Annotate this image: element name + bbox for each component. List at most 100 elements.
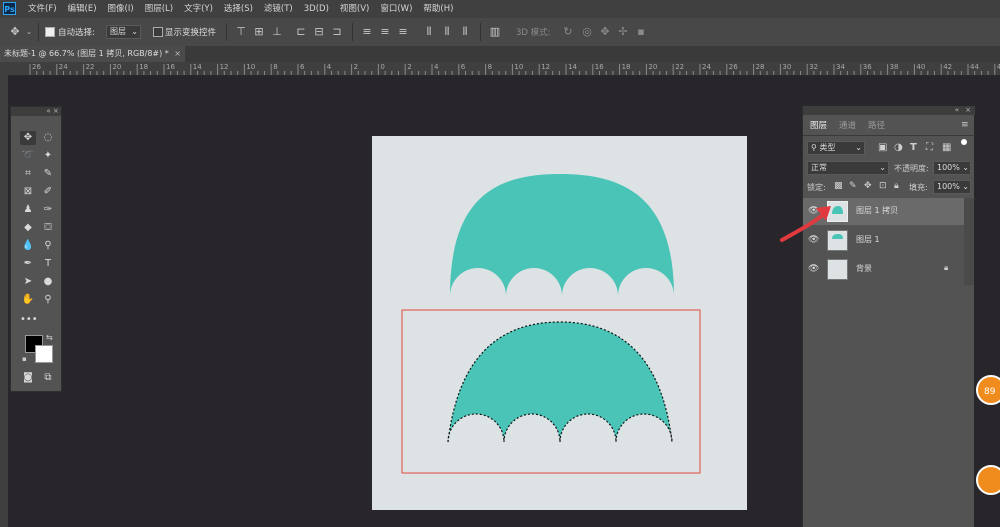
3d-slide-icon[interactable]: ✢ bbox=[616, 25, 630, 39]
filter-adjust-icon[interactable]: ◑ bbox=[894, 142, 903, 153]
menu-help[interactable]: 帮助(H) bbox=[423, 0, 453, 18]
layers-scrollbar[interactable] bbox=[964, 198, 974, 285]
3d-scale-icon[interactable]: ▪ bbox=[634, 25, 648, 39]
align-hcenter-icon[interactable]: ⊟ bbox=[312, 25, 326, 39]
filter-type-icon[interactable]: T bbox=[910, 142, 917, 153]
distribute-top-icon[interactable]: ≡ bbox=[360, 25, 374, 39]
menu-window[interactable]: 窗口(W) bbox=[380, 0, 412, 18]
blend-mode-dropdown[interactable]: 正常 ⌄ bbox=[807, 161, 889, 175]
distribute-vcenter-icon[interactable]: ≡ bbox=[378, 25, 392, 39]
menu-edit[interactable]: 编辑(E) bbox=[68, 0, 97, 18]
menu-filter[interactable]: 滤镜(T) bbox=[264, 0, 293, 18]
type-icon[interactable]: T bbox=[40, 257, 56, 271]
history-brush-icon[interactable]: ✑ bbox=[40, 203, 56, 217]
filter-toggle-icon[interactable] bbox=[961, 139, 967, 145]
layer-name[interactable]: 图层 1 拷贝 bbox=[856, 205, 898, 216]
distribute-hcenter-icon[interactable]: ⦀ bbox=[440, 25, 454, 39]
align-right-icon[interactable]: ⊐ bbox=[330, 25, 344, 39]
align-bottom-icon[interactable]: ⊥ bbox=[270, 25, 284, 39]
crop-icon[interactable]: ⌗ bbox=[20, 167, 36, 181]
chevron-down-icon[interactable]: ⌄ bbox=[22, 25, 36, 39]
layer-name[interactable]: 背景 bbox=[856, 263, 872, 274]
lock-transparent-icon[interactable]: ▩ bbox=[834, 181, 843, 191]
move-tool-icon[interactable]: ✥ bbox=[8, 25, 22, 39]
lock-artboard-icon[interactable]: ⊡ bbox=[879, 181, 887, 191]
lock-position-icon[interactable]: ✥ bbox=[864, 181, 872, 191]
photoshop-logo-icon[interactable]: Ps bbox=[3, 2, 16, 15]
blur-icon[interactable]: 💧 bbox=[20, 239, 36, 253]
document-tab[interactable]: 未标题-1 @ 66.7% (图层 1 拷贝, RGB/8#) * × bbox=[0, 46, 185, 62]
eraser-icon[interactable]: ◆ bbox=[20, 221, 36, 235]
close-icon[interactable]: × bbox=[965, 106, 971, 115]
brush-icon[interactable]: ✐ bbox=[40, 185, 56, 199]
more-icon[interactable]: ••• bbox=[20, 313, 38, 327]
filter-smart-icon[interactable]: ▦ bbox=[942, 142, 951, 153]
menu-type[interactable]: 文字(Y) bbox=[184, 0, 213, 18]
paint-bucket-icon[interactable]: ⛋ bbox=[40, 221, 56, 235]
layer-row[interactable]: 👁︎ 背景 🔒︎ bbox=[803, 256, 964, 283]
screen-mode-icon[interactable]: ⧉ bbox=[40, 371, 56, 385]
lasso-icon[interactable]: ➰ bbox=[20, 149, 36, 163]
align-vcenter-icon[interactable]: ⊞ bbox=[252, 25, 266, 39]
3d-pan-icon[interactable]: ✥ bbox=[598, 25, 612, 39]
close-icon[interactable]: × bbox=[53, 107, 59, 115]
frame-icon[interactable]: ⊠ bbox=[20, 185, 36, 199]
show-transform-checkbox[interactable] bbox=[153, 27, 163, 37]
fill-input[interactable]: 100% ⌄ bbox=[933, 180, 971, 194]
default-colors-icon[interactable]: ▪ bbox=[22, 355, 27, 363]
tools-panel-header[interactable]: « × bbox=[11, 107, 61, 116]
opacity-input[interactable]: 100% ⌄ bbox=[933, 161, 971, 175]
panel-menu-icon[interactable]: ≡ bbox=[961, 120, 969, 130]
zoom-icon[interactable]: ⚲ bbox=[40, 293, 56, 307]
ellipse-icon[interactable]: ● bbox=[40, 275, 56, 289]
marquee-ellipse-icon[interactable]: ◌ bbox=[40, 131, 56, 145]
pen-icon[interactable]: ✒ bbox=[20, 257, 36, 271]
align-top-icon[interactable]: ⊤ bbox=[234, 25, 248, 39]
3d-roll-icon[interactable]: ◎ bbox=[580, 25, 594, 39]
swap-colors-icon[interactable]: ⇆ bbox=[46, 333, 53, 342]
layers-panel-header[interactable]: × « bbox=[803, 106, 975, 115]
distribute-bottom-icon[interactable]: ≡ bbox=[396, 25, 410, 39]
auto-select-dropdown[interactable]: 图层 ⌄ bbox=[106, 25, 141, 39]
3d-orbit-icon[interactable]: ↻ bbox=[561, 25, 575, 39]
tab-paths[interactable]: 路径 bbox=[868, 119, 885, 133]
distribute-right-icon[interactable]: ⦀ bbox=[458, 25, 472, 39]
panel-collapse-icon[interactable]: « bbox=[955, 106, 959, 115]
eye-icon[interactable]: 👁︎ bbox=[808, 264, 819, 274]
menu-layer[interactable]: 图层(L) bbox=[145, 0, 173, 18]
floating-badge-secondary[interactable] bbox=[976, 465, 1000, 495]
path-select-icon[interactable]: ➤ bbox=[20, 275, 36, 289]
lock-all-icon[interactable]: 🔒︎ bbox=[894, 181, 899, 191]
align-left-icon[interactable]: ⊏ bbox=[294, 25, 308, 39]
background-color-swatch[interactable] bbox=[35, 345, 53, 363]
hand-icon[interactable]: ✋ bbox=[20, 293, 36, 307]
menu-3d[interactable]: 3D(D) bbox=[304, 0, 329, 18]
stamp-icon[interactable]: ♟ bbox=[20, 203, 36, 217]
vertical-ruler[interactable] bbox=[0, 75, 8, 527]
menu-file[interactable]: 文件(F) bbox=[28, 0, 57, 18]
menu-view[interactable]: 视图(V) bbox=[340, 0, 369, 18]
menu-select[interactable]: 选择(S) bbox=[224, 0, 253, 18]
auto-align-icon[interactable]: ▥ bbox=[488, 25, 502, 39]
auto-select-checkbox[interactable] bbox=[45, 27, 55, 37]
tab-channels[interactable]: 通道 bbox=[839, 119, 856, 133]
tab-layers[interactable]: 图层 bbox=[810, 119, 827, 133]
horizontal-ruler[interactable]: 26 24 22 20 18 16 14 12 10 8 6 4 2 0 2 4 6 8 10 12 14 16 18 20 2… bbox=[0, 62, 1000, 76]
distribute-left-icon[interactable]: ⦀ bbox=[422, 25, 436, 39]
layer-thumbnail bbox=[827, 259, 848, 280]
lock-paint-icon[interactable]: ✎ bbox=[849, 181, 857, 191]
eyedropper-icon[interactable]: ✎ bbox=[40, 167, 56, 181]
filter-shape-icon[interactable]: ⛶ bbox=[926, 142, 933, 153]
layer-name[interactable]: 图层 1 bbox=[856, 234, 880, 245]
quick-mask-icon[interactable]: ◙ bbox=[20, 371, 36, 385]
close-icon[interactable]: × bbox=[174, 46, 181, 62]
filter-pixel-icon[interactable]: ▣ bbox=[878, 142, 887, 153]
dodge-icon[interactable]: ⚲ bbox=[40, 239, 56, 253]
move-icon[interactable]: ✥ bbox=[20, 131, 36, 145]
layer-filter-dropdown[interactable]: ⚲ 类型 ⌄ bbox=[807, 141, 865, 155]
floating-badge[interactable]: 89 bbox=[976, 375, 1000, 405]
menu-image[interactable]: 图像(I) bbox=[108, 0, 134, 18]
magic-wand-icon[interactable]: ✦ bbox=[40, 149, 56, 163]
panel-collapse-icon[interactable]: « bbox=[46, 107, 50, 115]
document-canvas[interactable] bbox=[372, 136, 747, 510]
